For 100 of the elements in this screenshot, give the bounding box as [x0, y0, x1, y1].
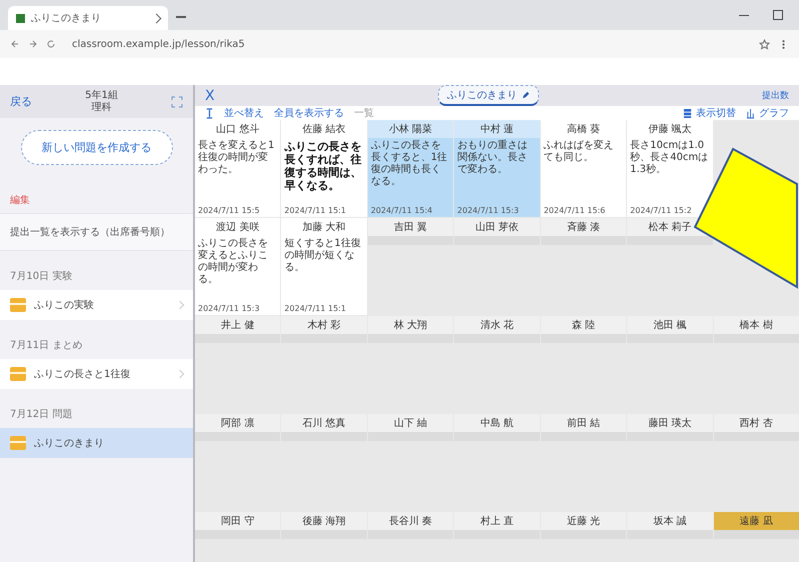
- answer-text: 短くすると1往復の時間が短くなる。: [283, 236, 362, 275]
- view-toggle-button[interactable]: 表示切替: [683, 106, 736, 120]
- answer-text: ふりこの長さを変えるとふりこの時間が変わる。: [197, 237, 269, 287]
- pencil-icon: [520, 90, 530, 100]
- student-card[interactable]: 長谷川 奏: [368, 512, 454, 539]
- student-card[interactable]: 木村 彩: [281, 316, 367, 343]
- student-card[interactable]: 近藤 光: [540, 512, 626, 539]
- student-card[interactable]: 斉藤 湊: [540, 218, 626, 245]
- student-card[interactable]: 中島 航: [454, 414, 540, 441]
- student-name: 木村 彩: [281, 316, 367, 334]
- answer-text: 長さ10cmは1.0秒、長さ40cmは1.3秒。: [629, 139, 710, 177]
- student-name: 渡辺 美咲: [215, 220, 260, 235]
- student-name: 加藤 大和: [302, 220, 347, 235]
- student-card[interactable]: 後藤 海翔: [281, 512, 367, 539]
- student-card[interactable]: 西村 杏: [714, 414, 799, 441]
- back-link[interactable]: 戻る: [10, 94, 32, 109]
- lesson-item[interactable]: ふりこのきまり: [0, 428, 193, 458]
- student-name: 藤田 瑛太: [627, 414, 713, 432]
- submit-time: 2024/7/11 15:3: [456, 206, 520, 217]
- student-card[interactable]: 遠藤 凪: [714, 512, 799, 539]
- student-card[interactable]: 渡辺 美咲 ふりこの長さを変えるとふりこの時間が変わる。 2024/7/11 15:3: [195, 218, 280, 315]
- toolbar-link[interactable]: 全員を表示する: [274, 106, 344, 120]
- sort-icon[interactable]: [205, 108, 214, 118]
- student-card[interactable]: 山口 悠斗 長さを変えると1往復の時間が変わった。 2024/7/11 15:5: [195, 120, 280, 217]
- edit-link[interactable]: 編集: [0, 171, 193, 213]
- submit-time: 2024/7/11 15:6: [542, 206, 606, 217]
- student-card[interactable]: 村上 直: [454, 512, 540, 539]
- student-name: 石川 悠真: [281, 414, 367, 432]
- student-card[interactable]: 橋本 樹: [714, 316, 799, 343]
- student-name: 吉田 翼: [368, 218, 454, 236]
- section-label: 7月11日 まとめ: [9, 339, 84, 353]
- student-name: 佐藤 結衣: [302, 122, 347, 137]
- student-name: 斉藤 湊: [540, 218, 626, 236]
- submit-time: 2024/7/11 15:3: [197, 304, 261, 315]
- lesson-item[interactable]: ふりこの実験: [0, 290, 193, 320]
- submission-list-row[interactable]: 提出一覧を表示する（出席番号順）: [0, 213, 193, 251]
- student-name: 井上 健: [195, 316, 280, 334]
- student-name: 橋本 樹: [714, 316, 799, 334]
- section-label: 7月12日 問題: [9, 408, 74, 422]
- answer-text: ふりこの長さを長くすれば、往復する時間は、早くなる。: [283, 139, 362, 194]
- student-card[interactable]: 阿部 凛: [195, 414, 280, 441]
- student-card[interactable]: 清水 花: [454, 316, 540, 343]
- star-icon[interactable]: [759, 38, 770, 50]
- student-card[interactable]: 加藤 大和 短くすると1往復の時間が短くなる。 2024/7/11 15:1: [281, 218, 367, 315]
- back-icon[interactable]: [10, 39, 20, 49]
- student-card[interactable]: 森 陸: [540, 316, 626, 343]
- student-name: 前田 結: [540, 414, 626, 432]
- student-card[interactable]: 藤田 瑛太: [627, 414, 713, 441]
- student-card[interactable]: 池田 楓: [627, 316, 713, 343]
- student-name: 阿部 凛: [195, 414, 280, 432]
- student-card[interactable]: 高橋 葵 ふれはばを変えても同じ。 2024/7/11 15:6: [540, 120, 626, 217]
- title-button[interactable]: ふりこのきまり: [438, 85, 539, 106]
- student-name: 伊藤 颯太: [647, 122, 692, 137]
- student-name: 中村 蓮: [454, 120, 540, 138]
- answer-text: ふりこの長さを長くすると、1往復の時間も長くなる。: [370, 139, 448, 189]
- student-name: 林 大翔: [368, 316, 454, 334]
- student-name: 清水 花: [454, 316, 540, 334]
- submit-time: 2024/7/11 15:4: [370, 206, 434, 217]
- submission-count[interactable]: 提出数: [762, 89, 789, 102]
- student-card[interactable]: 林 大翔: [368, 316, 454, 343]
- submit-time: 2024/7/11 15:2: [629, 206, 693, 217]
- student-name: 池田 楓: [627, 316, 713, 334]
- student-card[interactable]: 佐藤 結衣 ふりこの長さを長くすれば、往復する時間は、早くなる。 2024/7/11 15:1: [281, 120, 367, 217]
- expand-icon[interactable]: [171, 96, 183, 108]
- close-button[interactable]: X: [205, 88, 215, 104]
- forward-icon[interactable]: [28, 39, 38, 49]
- browser-tab[interactable]: ふりこのきまり: [8, 6, 168, 30]
- folder-icon: [10, 436, 26, 450]
- chart-button[interactable]: グラフ: [746, 106, 789, 120]
- student-card[interactable]: 前田 結: [540, 414, 626, 441]
- student-card[interactable]: 吉田 翼: [368, 218, 454, 245]
- student-name: 高橋 葵: [566, 122, 602, 137]
- bar-chart-icon: [746, 108, 755, 118]
- section-label: 7月10日 実験: [9, 270, 74, 284]
- answer-text: 長さを変えると1往復の時間が変わった。: [197, 138, 276, 177]
- student-name: 西村 杏: [714, 414, 799, 432]
- student-name: 岡田 守: [195, 512, 280, 530]
- submit-time: 2024/7/11 15:1: [283, 304, 347, 315]
- reload-icon[interactable]: [46, 39, 56, 49]
- student-name: 山口 悠斗: [215, 122, 260, 137]
- student-card[interactable]: 小林 陽菜 ふりこの長さを長くすると、1往復の時間も長くなる。 2024/7/11 15:4: [368, 120, 454, 217]
- student-card[interactable]: 中村 蓮 おもりの重さは関係ない。長さで変わる。 2024/7/11 15:3: [454, 120, 540, 217]
- student-name: 坂本 誠: [627, 512, 713, 530]
- student-card[interactable]: 山田 芽依: [454, 218, 540, 245]
- tab-title: ふりこのきまり: [31, 12, 102, 25]
- student-card[interactable]: 伊藤 颯太 長さ10cmは1.0秒、長さ40cmは1.3秒。 2024/7/11 15:2: [627, 120, 713, 217]
- student-card[interactable]: 井上 健: [195, 316, 280, 343]
- maximize-icon[interactable]: [773, 10, 783, 20]
- toolbar-link[interactable]: 並べ替え: [224, 106, 264, 120]
- student-name: 後藤 海翔: [281, 512, 367, 530]
- submit-time: 2024/7/11 15:5: [197, 206, 261, 217]
- new-question-button[interactable]: 新しい問題を作成する: [20, 130, 172, 165]
- student-card[interactable]: 坂本 誠: [627, 512, 713, 539]
- student-card[interactable]: 石川 悠真: [281, 414, 367, 441]
- student-card[interactable]: 山下 紬: [368, 414, 454, 441]
- lesson-item[interactable]: ふりこの長さと1往復: [0, 359, 193, 389]
- student-name: 森 陸: [540, 316, 626, 334]
- student-name: 近藤 光: [540, 512, 626, 530]
- student-card[interactable]: 岡田 守: [195, 512, 280, 539]
- student-name: 村上 直: [454, 512, 540, 530]
